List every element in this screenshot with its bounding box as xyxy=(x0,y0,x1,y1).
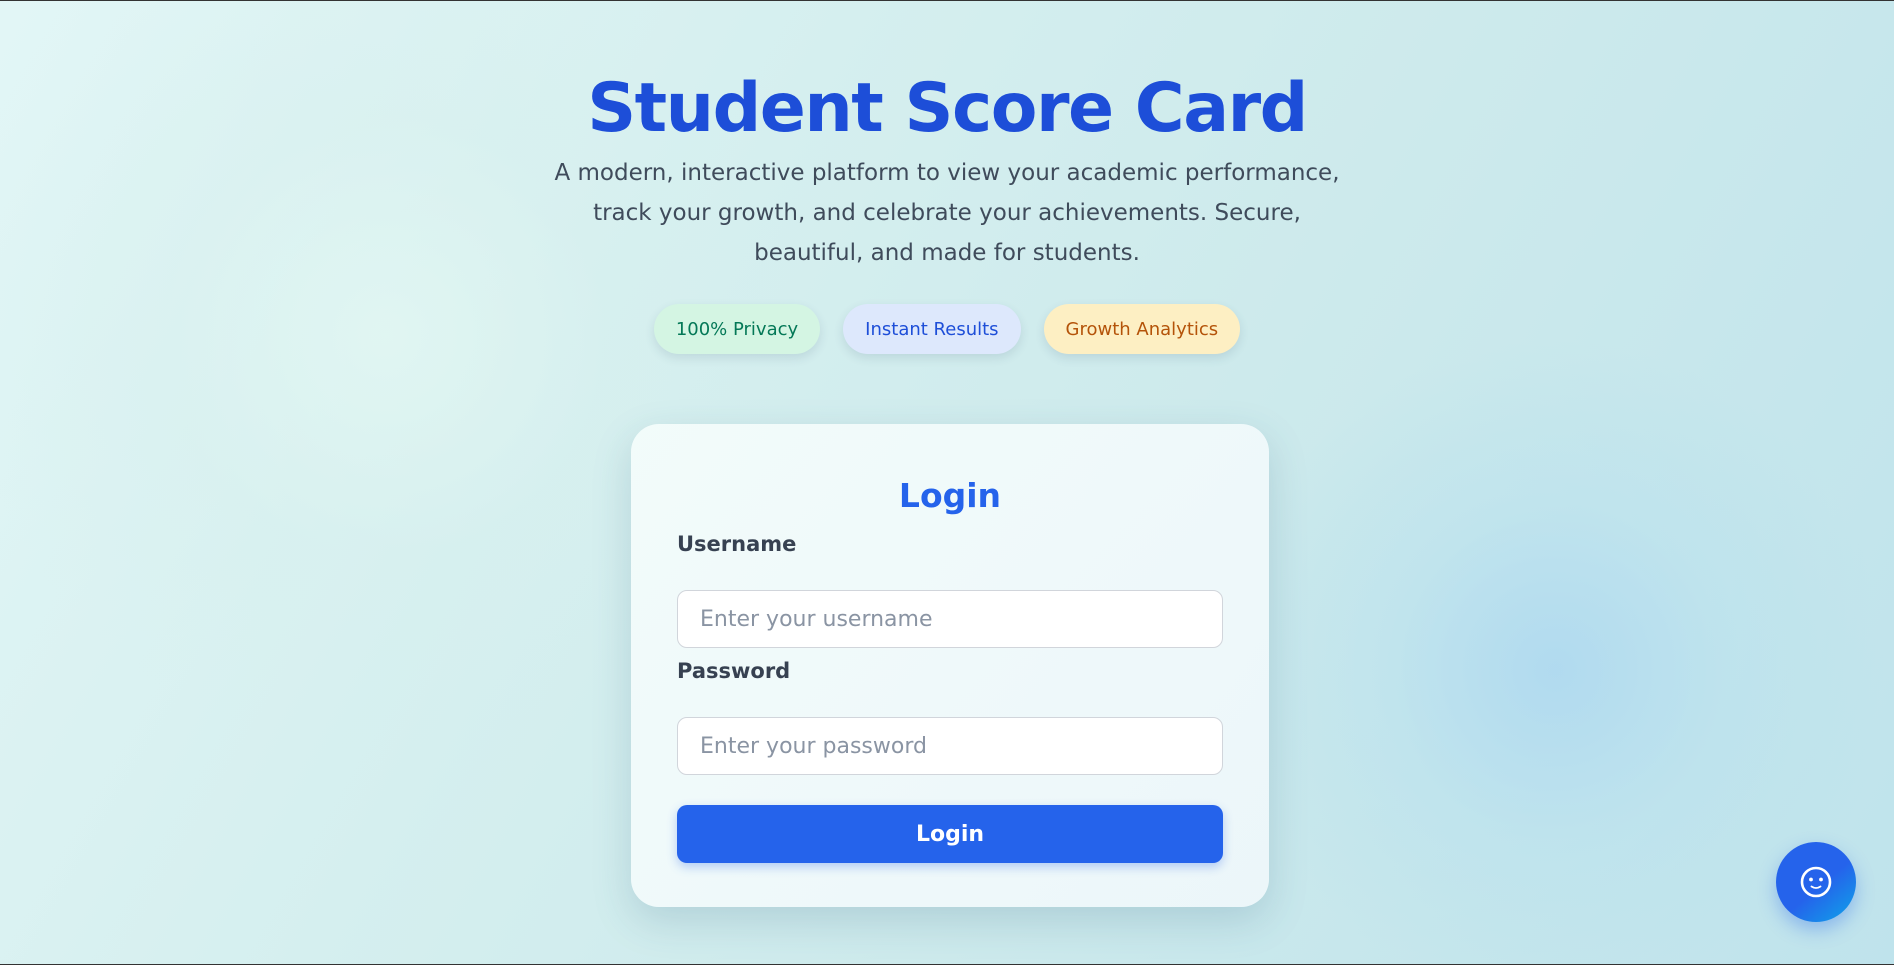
hero: Student Score Card A modern, interactive… xyxy=(0,65,1894,273)
feature-badges: 100% Privacy Instant Results Growth Anal… xyxy=(0,304,1894,354)
hero-description: A modern, interactive platform to view y… xyxy=(554,160,1340,266)
badge-growth-analytics: Growth Analytics xyxy=(1043,304,1241,354)
login-card: Login Username Password Login xyxy=(631,424,1269,907)
chat-button[interactable] xyxy=(1776,842,1856,922)
login-button[interactable]: Login xyxy=(677,805,1223,863)
password-input[interactable] xyxy=(677,717,1223,775)
chat-bot-icon xyxy=(1800,866,1832,898)
login-title: Login xyxy=(898,476,1002,515)
page-title: Student Score Card xyxy=(587,69,1308,148)
badge-instant-results: Instant Results xyxy=(843,304,1021,354)
username-label: Username xyxy=(677,532,797,556)
password-label: Password xyxy=(677,659,791,683)
badge-privacy: 100% Privacy xyxy=(653,304,821,354)
username-input[interactable] xyxy=(677,590,1223,648)
